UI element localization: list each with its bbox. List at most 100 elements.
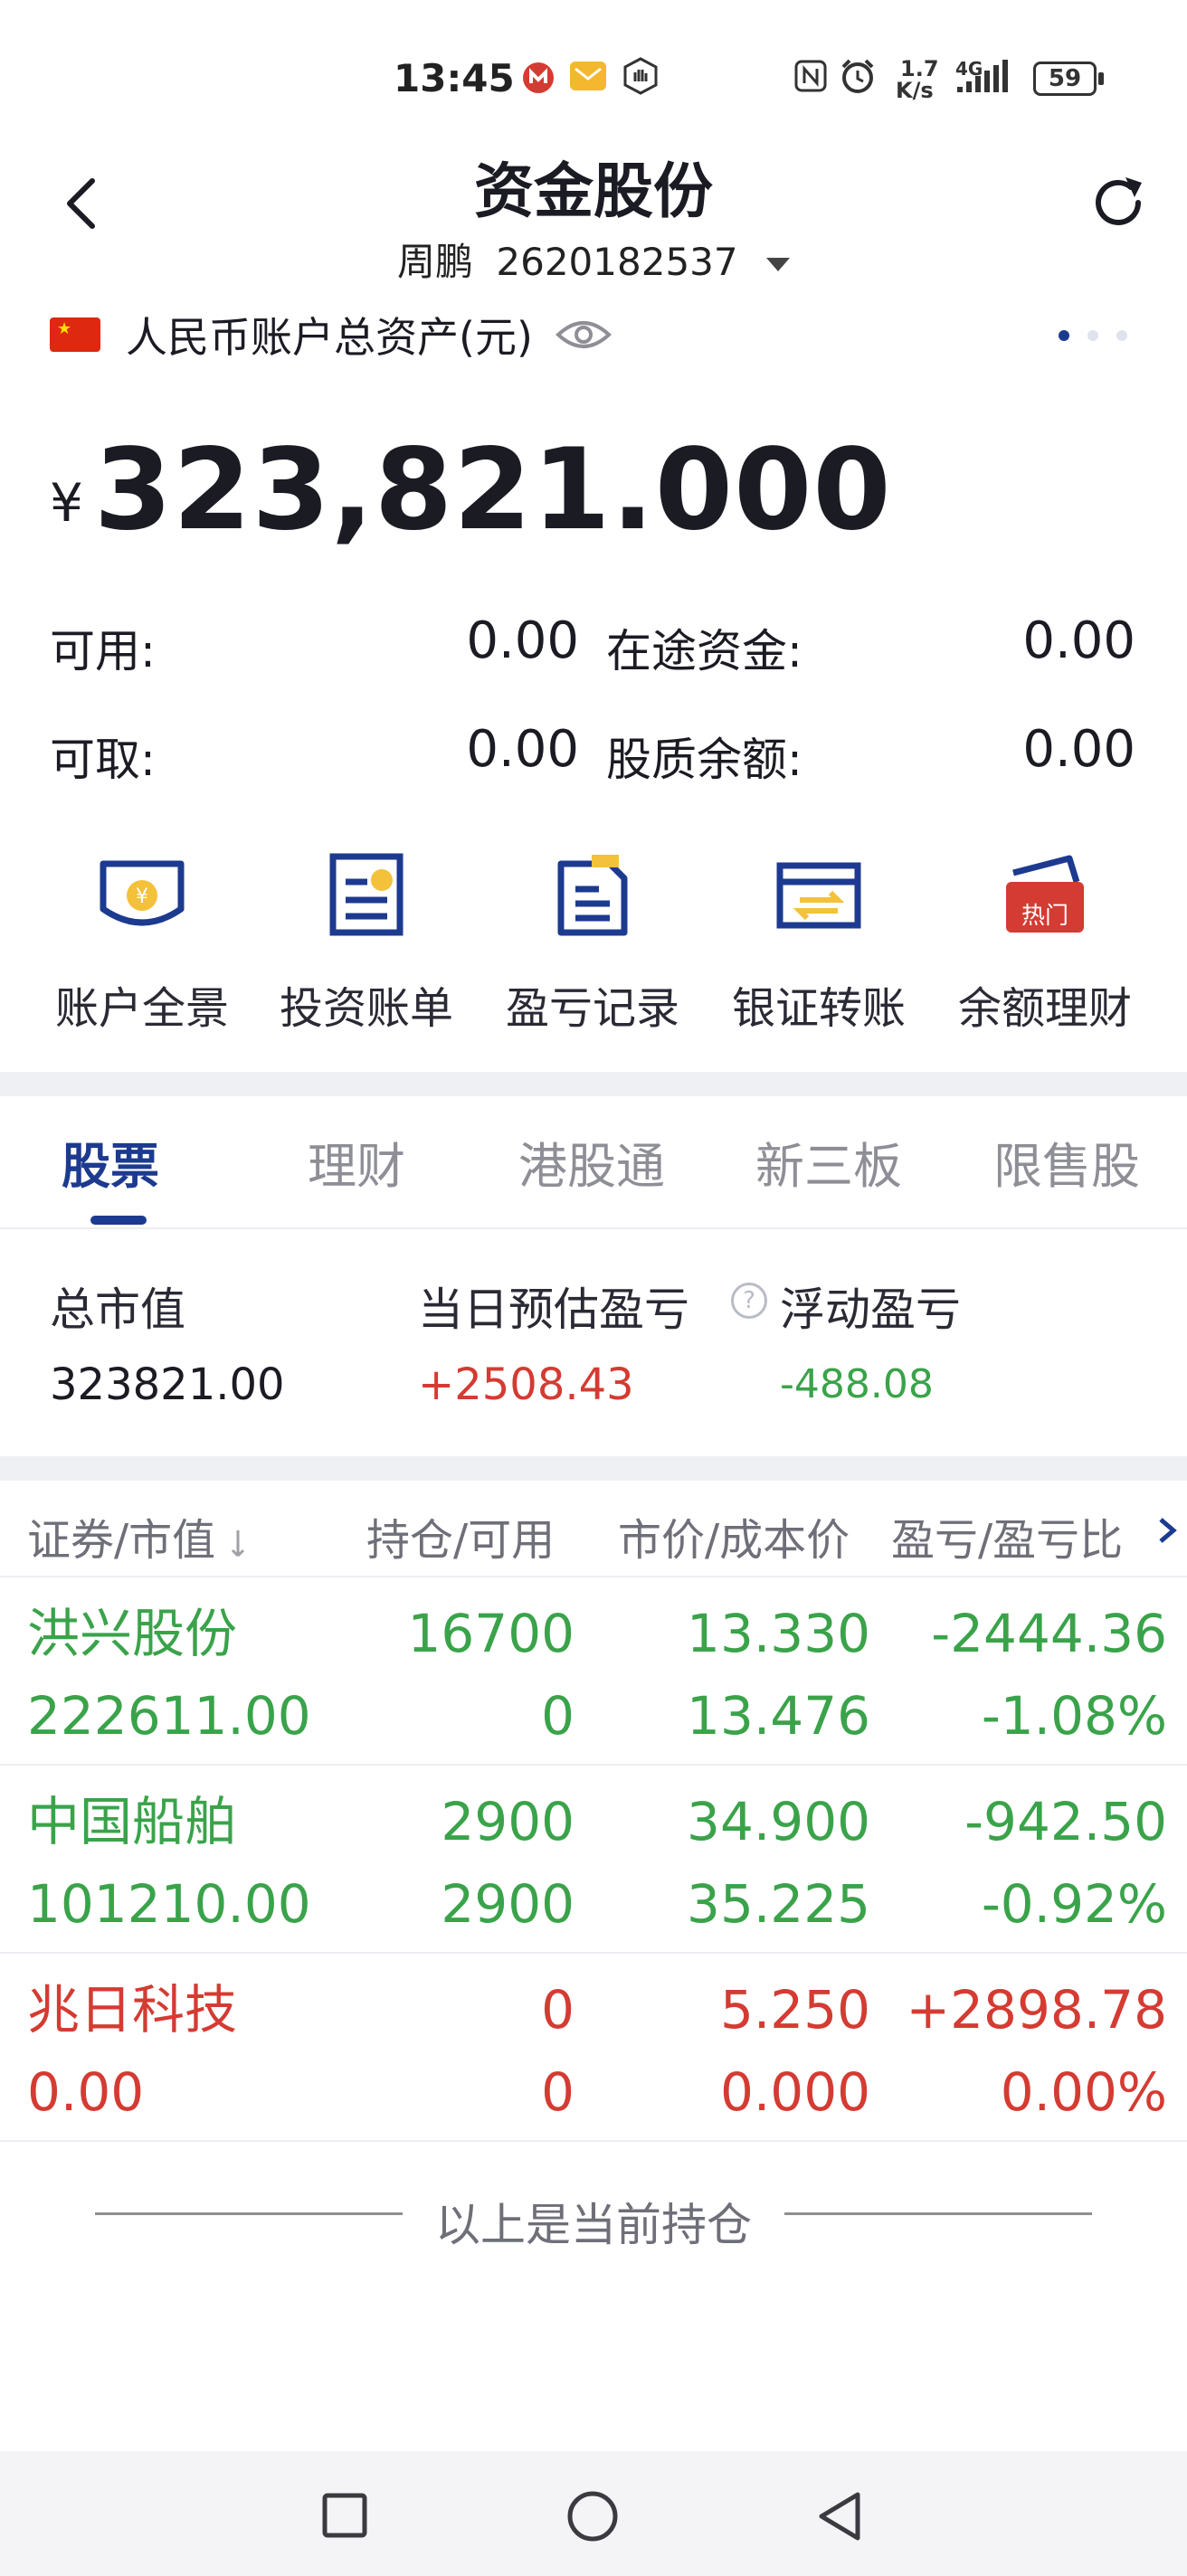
account-selector[interactable]: 周鹏 2620182537 xyxy=(0,232,1187,287)
network-speed-bottom: K/s xyxy=(896,78,934,103)
stock-available: 2900 xyxy=(441,1873,575,1935)
header-position: 持仓/可用 xyxy=(366,1515,556,1566)
shortcut-label: 账户全景 xyxy=(54,983,229,1034)
tab-wealth[interactable]: 理财 xyxy=(308,1126,405,1198)
battery-level: 59 xyxy=(1048,65,1082,92)
floating-pl-value: -488.08 xyxy=(780,1361,934,1407)
refresh-icon[interactable] xyxy=(1087,172,1149,233)
stock-position: 16700 xyxy=(407,1603,575,1664)
pledge-value: 0.00 xyxy=(1022,720,1135,779)
system-nav-bar xyxy=(0,2451,1187,2576)
section-divider xyxy=(0,1456,1187,1481)
bank-transfer-icon xyxy=(776,862,861,929)
stock-name: 洪兴股份 xyxy=(27,1603,238,1664)
tab-hk-connect[interactable]: 港股通 xyxy=(518,1126,665,1198)
shortcut-label: 余额理财 xyxy=(957,983,1132,1034)
account-name: 周鹏 xyxy=(397,240,474,284)
investment-bill-icon xyxy=(329,853,404,936)
total-assets-value: 323,821.000 xyxy=(93,425,892,555)
china-flag-icon: ★ xyxy=(50,317,100,352)
signal-icon xyxy=(957,60,1008,92)
chevron-down-icon xyxy=(765,258,790,271)
chevron-right-icon[interactable] xyxy=(1154,1512,1181,1548)
shortcut-balance-wealth[interactable]: 热门 余额理财 xyxy=(936,846,1154,1036)
bank-app-icon xyxy=(523,62,554,93)
shortcut-investment-bill[interactable]: 投资账单 xyxy=(258,846,475,1036)
pledge-label: 股质余额: xyxy=(606,734,802,786)
network-speed-top: 1.7 xyxy=(900,56,939,81)
account-number: 2620182537 xyxy=(496,240,738,284)
stock-market-value: 101210.00 xyxy=(27,1873,311,1935)
shortcut-bank-transfer[interactable]: 银证转账 xyxy=(710,846,927,1036)
status-time: 13:45 xyxy=(394,56,515,100)
page-dot xyxy=(1116,330,1127,341)
battery-tip xyxy=(1098,72,1104,85)
stock-name: 兆日科技 xyxy=(27,1979,238,2041)
stock-cost: 35.225 xyxy=(687,1873,870,1935)
eye-icon[interactable] xyxy=(555,315,612,355)
stock-price: 34.900 xyxy=(687,1791,870,1852)
daily-pl-label: 当日预估盈亏 xyxy=(418,1283,689,1336)
available-value: 0.00 xyxy=(466,611,579,670)
stock-market-value: 222611.00 xyxy=(27,1685,311,1747)
nfc-icon xyxy=(794,60,827,92)
floating-pl-label: 浮动盈亏 xyxy=(780,1283,961,1336)
svg-text:¥: ¥ xyxy=(136,886,148,908)
stock-available: 0 xyxy=(541,1685,575,1747)
shortcut-profit-record[interactable]: 盈亏记录 xyxy=(484,846,701,1036)
in-transit-value: 0.00 xyxy=(1022,611,1135,670)
home-icon[interactable] xyxy=(565,2489,620,2543)
row-divider xyxy=(0,1952,1187,1954)
status-bar: 13:45 1.7 K/s 4G 59 xyxy=(0,0,1187,136)
holdings-end-text: 以上是当前持仓 xyxy=(435,2199,752,2251)
tab-neeq[interactable]: 新三板 xyxy=(755,1126,902,1198)
stock-cost: 0.000 xyxy=(719,2061,870,2123)
mail-icon xyxy=(570,62,606,90)
active-tab-indicator xyxy=(90,1216,147,1225)
alarm-icon xyxy=(841,59,874,93)
shortcut-label: 盈亏记录 xyxy=(505,983,679,1034)
tabs-divider xyxy=(0,1227,1187,1229)
help-icon[interactable]: ? xyxy=(731,1283,767,1319)
stock-market-value: 0.00 xyxy=(27,2061,145,2123)
total-assets: ¥ 323,821.000 xyxy=(50,434,892,546)
stock-position: 0 xyxy=(541,1979,575,2041)
stock-pl-ratio: -1.08% xyxy=(981,1685,1167,1747)
stock-pl-ratio: 0.00% xyxy=(1000,2061,1167,2123)
battery-icon: 59 xyxy=(1033,62,1097,96)
header-price: 市价/成本价 xyxy=(618,1515,850,1566)
back-nav-icon[interactable] xyxy=(814,2489,865,2543)
profit-record-icon xyxy=(557,855,628,936)
tab-restricted[interactable]: 限售股 xyxy=(993,1126,1140,1198)
table-header-divider xyxy=(0,1576,1187,1577)
currency-symbol: ¥ xyxy=(50,472,83,534)
page-title: 资金股份 xyxy=(474,156,713,226)
stock-cost: 13.476 xyxy=(687,1685,870,1747)
withdrawable-label: 可取: xyxy=(50,734,156,786)
shortcut-label: 银证转账 xyxy=(731,983,906,1034)
header-security[interactable]: 证券/市值 xyxy=(27,1504,254,1567)
account-total-label: 人民币账户总资产(元) xyxy=(126,313,533,362)
stock-pl-ratio: -0.92% xyxy=(981,1873,1167,1935)
stock-available: 0 xyxy=(541,2061,575,2123)
market-value: 323821.00 xyxy=(50,1359,285,1410)
stock-price: 5.250 xyxy=(719,1979,870,2041)
recent-apps-icon[interactable] xyxy=(321,2492,368,2539)
row-divider xyxy=(0,1764,1187,1766)
account-overview-icon: ¥ xyxy=(100,860,185,926)
market-value-label: 总市值 xyxy=(50,1283,185,1336)
account-header: ★ 人民币账户总资产(元) xyxy=(50,308,612,362)
stock-pl: +2898.78 xyxy=(906,1979,1167,2041)
tab-stocks[interactable]: 股票 xyxy=(62,1126,159,1198)
page-dot xyxy=(1087,330,1098,341)
daily-pl-value: +2508.43 xyxy=(418,1359,634,1410)
page-indicator xyxy=(1059,330,1127,341)
stock-position: 2900 xyxy=(441,1791,575,1852)
hot-badge: 热门 xyxy=(1021,903,1068,930)
shortcut-account-overview[interactable]: ¥ 账户全景 xyxy=(33,846,251,1036)
header-pl: 盈亏/盈亏比 xyxy=(891,1515,1124,1566)
shortcut-label: 投资账单 xyxy=(279,983,453,1034)
stock-price: 13.330 xyxy=(687,1603,870,1664)
footer-line-right xyxy=(784,2212,1092,2215)
withdrawable-value: 0.00 xyxy=(466,720,579,779)
